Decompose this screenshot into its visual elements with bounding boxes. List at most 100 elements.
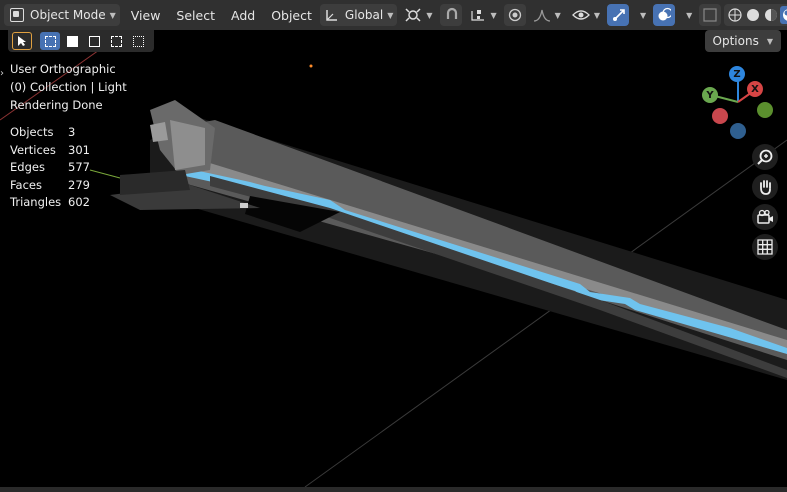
zoom-button[interactable] — [752, 144, 778, 170]
pan-button[interactable] — [752, 174, 778, 200]
select-new-button[interactable] — [40, 32, 60, 50]
stat-label: Triangles — [10, 195, 62, 209]
render-status: Rendering Done — [10, 98, 103, 112]
select-intersect-button[interactable] — [128, 32, 148, 50]
proportional-toggle[interactable] — [503, 4, 526, 26]
chevron-down-icon: ▼ — [554, 10, 561, 20]
shading-wire-icon — [728, 8, 742, 22]
menu-select[interactable]: Select — [168, 4, 223, 26]
shading-rendered-icon — [783, 9, 787, 21]
stat-row: Objects 3 — [10, 124, 90, 142]
select-extend-icon — [66, 35, 78, 47]
gizmo-dropdown[interactable]: ▼ — [632, 4, 650, 26]
shading-solid-icon — [747, 9, 760, 21]
viewport-info: User Orthographic (0) Collection | Light… — [10, 60, 127, 114]
snap-target-dropdown[interactable]: ▼ — [465, 4, 501, 26]
gizmo-neg-y-axis[interactable] — [757, 102, 773, 118]
pivot-dropdown[interactable]: ▼ — [400, 4, 436, 26]
select-tool-row — [8, 30, 154, 52]
camera-view-button[interactable] — [752, 204, 778, 230]
select-intersect-icon — [132, 35, 144, 47]
gizmo-z-axis[interactable]: Z — [729, 66, 745, 82]
navigation-gizmo[interactable]: Z Y X — [696, 62, 776, 142]
gizmo-neg-x-axis[interactable] — [712, 108, 728, 124]
y-axis-line — [89, 169, 121, 179]
visibility-icon — [571, 10, 590, 20]
chevron-down-icon: ▼ — [639, 10, 647, 20]
light-object — [309, 64, 313, 68]
stat-row: Faces 279 — [10, 177, 90, 195]
stat-label: Objects — [10, 125, 54, 139]
chevron-down-icon: ▼ — [766, 36, 773, 46]
xray-icon — [703, 8, 717, 22]
guard-tip — [150, 122, 168, 142]
stat-value: 577 — [68, 160, 90, 174]
stat-row: Edges 577 — [10, 159, 90, 177]
select-invert-icon — [110, 35, 122, 47]
gizmo-toggle[interactable] — [606, 4, 629, 26]
select-subtract-button[interactable] — [84, 32, 104, 50]
chevron-down-icon: ▼ — [426, 10, 433, 20]
perspective-toggle-button[interactable] — [752, 234, 778, 260]
gizmo-icon — [612, 9, 625, 21]
zoom-icon — [757, 149, 773, 165]
toolbar-expand-icon[interactable]: › — [0, 68, 4, 79]
chevron-down-icon: ▼ — [490, 10, 497, 20]
snap-toggle[interactable] — [439, 4, 462, 26]
select-subtract-icon — [88, 35, 100, 47]
collection-name: (0) Collection | Light — [10, 80, 127, 94]
shading-material-icon — [765, 9, 778, 21]
shading-wire-button[interactable] — [726, 6, 744, 24]
pivot-icon — [405, 8, 421, 22]
snap-target-icon — [470, 10, 484, 21]
falloff-icon — [533, 9, 550, 22]
mode-label: Object Mode — [30, 8, 106, 22]
stat-row: Vertices 301 — [10, 142, 90, 160]
orientation-dropdown[interactable]: Global ▼ — [319, 4, 398, 26]
overlay-icon — [658, 7, 672, 21]
select-tool-button[interactable] — [12, 32, 32, 50]
select-extend-button[interactable] — [62, 32, 82, 50]
stat-value: 301 — [68, 142, 90, 157]
shading-rendered-button[interactable] — [780, 6, 787, 24]
object-mode-icon — [10, 8, 24, 22]
orientation-icon — [326, 10, 337, 21]
select-box-icon — [44, 35, 56, 47]
menu-object[interactable]: Object — [263, 4, 320, 26]
chevron-down-icon: ▼ — [387, 10, 394, 20]
menu-add[interactable]: Add — [223, 4, 263, 26]
shading-material-button[interactable] — [762, 6, 780, 24]
visibility-dropdown[interactable]: ▼ — [568, 4, 604, 26]
chevron-down-icon: ▼ — [686, 10, 693, 20]
mode-dropdown[interactable]: Object Mode ▼ — [4, 4, 120, 26]
stat-label: Faces — [10, 177, 42, 192]
overlay-dropdown[interactable]: ▼ — [678, 4, 696, 26]
viewport-header: Object Mode ▼ View Select Add Object Glo… — [0, 0, 787, 30]
guard-face — [170, 120, 205, 170]
proportional-icon — [508, 8, 521, 22]
snap-icon — [446, 7, 457, 19]
gizmo-x-axis[interactable]: X — [747, 81, 763, 97]
orientation-label: Global — [344, 8, 384, 22]
camera-icon — [757, 209, 773, 224]
stat-value: 3 — [68, 125, 76, 139]
options-dropdown[interactable]: Options ▼ — [704, 30, 781, 52]
xray-toggle[interactable] — [699, 4, 722, 26]
overlay-toggle[interactable] — [653, 4, 676, 26]
chevron-down-icon: ▼ — [593, 10, 600, 20]
stat-label: Vertices — [10, 142, 56, 157]
chevron-down-icon: ▼ — [109, 10, 116, 20]
gizmo-neg-z-axis[interactable] — [730, 123, 746, 139]
grid-icon — [757, 239, 773, 255]
blade-notch — [240, 203, 248, 208]
options-label: Options — [712, 34, 759, 48]
falloff-dropdown[interactable]: ▼ — [529, 4, 565, 26]
stat-row: Triangles 602 — [10, 194, 90, 212]
select-invert-button[interactable] — [106, 32, 126, 50]
view-name: User Orthographic — [10, 62, 116, 76]
shading-solid-button[interactable] — [744, 6, 762, 24]
menu-view[interactable]: View — [123, 4, 169, 26]
shading-group — [724, 4, 787, 26]
stat-label: Edges — [10, 160, 45, 174]
gizmo-y-axis[interactable]: Y — [702, 87, 718, 103]
